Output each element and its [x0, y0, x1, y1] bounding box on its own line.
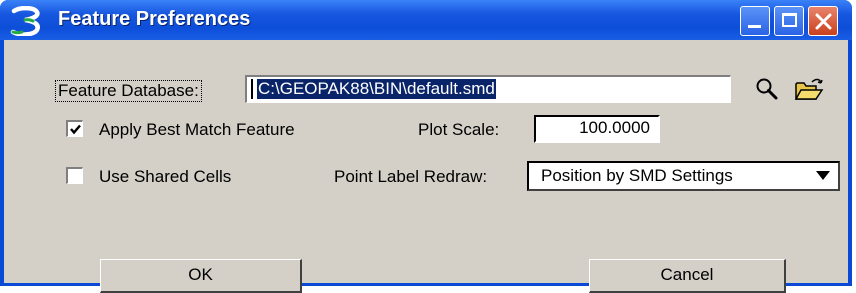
window-title: Feature Preferences [58, 8, 251, 30]
use-shared-cells-checkbox[interactable] [66, 167, 83, 184]
point-label-redraw-value: Position by SMD Settings [541, 166, 733, 185]
minimize-icon [748, 25, 761, 28]
feature-database-label: Feature Database: [55, 80, 202, 102]
apply-best-match-label: Apply Best Match Feature [99, 120, 295, 139]
feature-preferences-window: Feature Preferences Feature Database: C:… [0, 0, 852, 293]
open-folder-icon[interactable] [794, 78, 824, 102]
close-button[interactable] [808, 6, 838, 36]
title-bar[interactable]: Feature Preferences [0, 0, 852, 40]
feature-database-input[interactable]: C:\GEOPAK88\BIN\default.smd [245, 75, 731, 103]
maximize-button[interactable] [774, 6, 804, 36]
text-caret [251, 79, 253, 99]
plot-scale-input[interactable]: 100.0000 [534, 115, 660, 143]
minimize-button[interactable] [740, 6, 770, 36]
point-label-redraw-dropdown[interactable]: Position by SMD Settings [527, 161, 840, 191]
dropdown-arrow-icon [816, 171, 830, 180]
dialog-client-area: Feature Database: C:\GEOPAK88\BIN\defaul… [4, 40, 848, 293]
geopak-icon [10, 6, 40, 36]
cancel-button[interactable]: Cancel [589, 259, 786, 293]
ok-button[interactable]: OK [100, 259, 302, 293]
magnifier-icon[interactable] [754, 76, 780, 102]
maximize-icon [782, 13, 797, 27]
use-shared-cells-label: Use Shared Cells [99, 167, 232, 186]
checkmark-icon [70, 124, 81, 135]
point-label-redraw-label: Point Label Redraw: [334, 167, 488, 186]
plot-scale-label: Plot Scale: [418, 120, 500, 139]
close-icon [815, 13, 832, 30]
apply-best-match-checkbox[interactable] [66, 120, 83, 137]
feature-database-value: C:\GEOPAK88\BIN\default.smd [257, 79, 496, 99]
